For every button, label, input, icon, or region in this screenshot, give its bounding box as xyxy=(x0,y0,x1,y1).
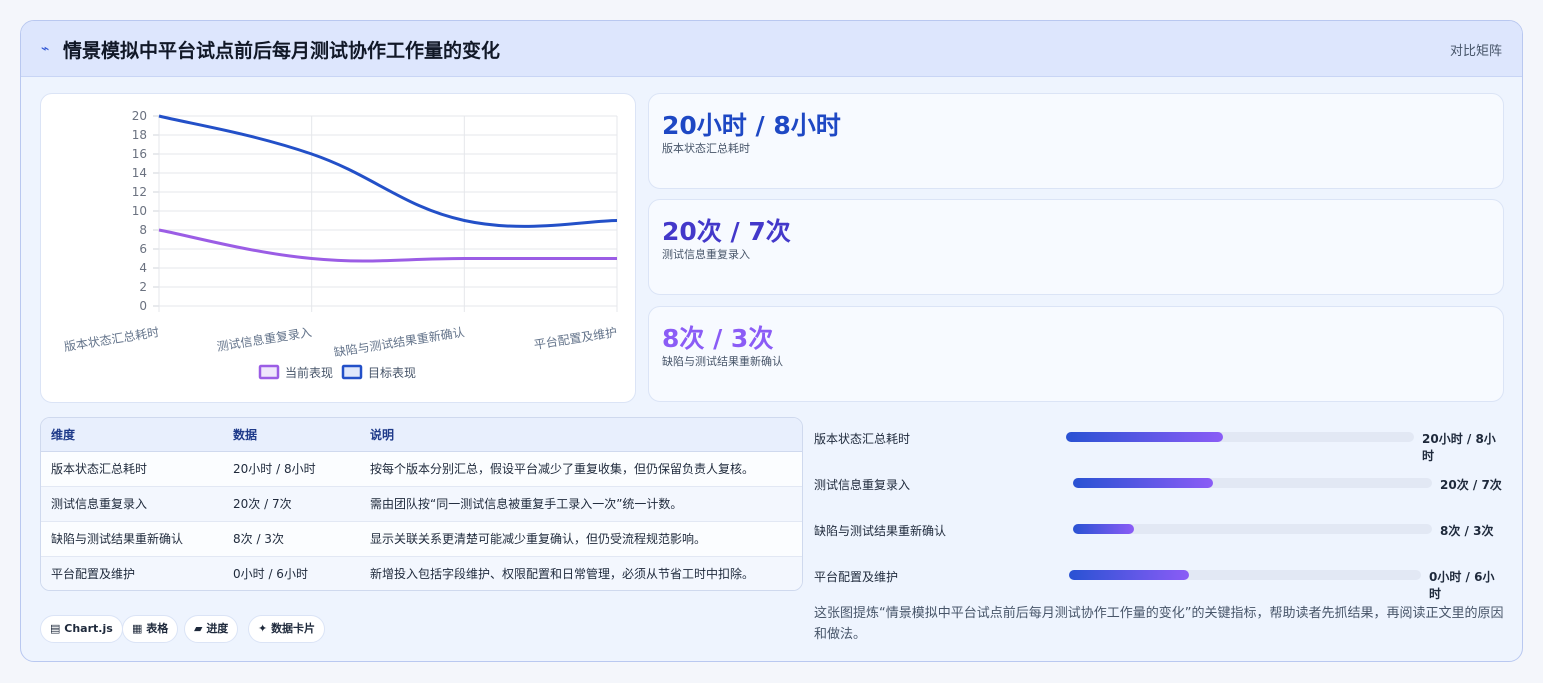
pill-label: Chart.js xyxy=(64,622,113,635)
table-cell: 20次 / 7次 xyxy=(223,486,360,522)
table-header-row: 维度 数据 说明 xyxy=(41,418,802,452)
stat-value: 8次 / 3次 xyxy=(662,324,774,353)
table-cell: 新增投入包括字段维护、权限配置和日常管理，必须从节省工时中扣除。 xyxy=(360,556,802,590)
progress-row: 缺陷与测试结果重新确认 8次 / 3次 xyxy=(814,519,1504,539)
pill-data-cards[interactable]: ✦ 数据卡片 xyxy=(248,615,326,643)
table-cell: 按每个版本分别汇总，假设平台减少了重复收集，但仍保留负责人复核。 xyxy=(360,451,802,487)
table-cell: 显示关联关系更清楚可能减少重复确认，但仍受流程规范影响。 xyxy=(360,521,802,557)
progress-label: 平台配置及维护 xyxy=(814,570,899,584)
line-chart: 0 2 4 6 8 10 12 14 16 18 20 版本状态汇总耗时 测试信息重复录入 缺陷与测试结果… xyxy=(63,109,618,380)
stat-label: 缺陷与测试结果重新确认 xyxy=(662,355,783,368)
progress-fill xyxy=(1066,432,1223,442)
legend-label: 当前表现 xyxy=(285,365,333,380)
progress-track xyxy=(1073,524,1432,534)
progress-row: 版本状态汇总耗时 20小时 / 8小时 xyxy=(814,427,1504,463)
pill-table[interactable]: ▦ 表格 xyxy=(122,615,179,643)
table-row: 版本状态汇总耗时 20小时 / 8小时 按每个版本分别汇总，假设平台减少了重复收… xyxy=(41,451,802,487)
line-chart-panel: 0 2 4 6 8 10 12 14 16 18 20 版本状态汇总耗时 测试信息重复录入 缺陷与测试结果… xyxy=(40,93,636,403)
progress-list: 版本状态汇总耗时 20小时 / 8小时 测试信息重复录入 20次 / 7次 缺陷… xyxy=(814,417,1504,607)
progress-fill xyxy=(1073,478,1213,488)
stat-card-3: 8次 / 3次 缺陷与测试结果重新确认 xyxy=(648,306,1504,402)
legend-swatch xyxy=(341,364,363,380)
col-header: 说明 xyxy=(360,418,802,452)
pill-label: 进度 xyxy=(206,622,229,635)
pill-label: 表格 xyxy=(146,622,169,635)
stat-label: 测试信息重复录入 xyxy=(662,248,750,261)
data-table: 维度 数据 说明 版本状态汇总耗时 20小时 / 8小时 按每个版本分别汇总，假… xyxy=(40,417,803,591)
y-tick-label: 2 xyxy=(139,280,147,294)
table-row: 缺陷与测试结果重新确认 8次 / 3次 显示关联关系更清楚可能减少重复确认，但仍… xyxy=(41,521,802,557)
table-cell: 版本状态汇总耗时 xyxy=(41,451,223,487)
table-cell: 缺陷与测试结果重新确认 xyxy=(41,521,223,557)
x-tick-label: 版本状态汇总耗时 xyxy=(63,325,160,354)
table-cell: 0小时 / 6小时 xyxy=(223,556,360,590)
pill-progress[interactable]: ▰ 进度 xyxy=(184,615,239,643)
table-row: 平台配置及维护 0小时 / 6小时 新增投入包括字段维护、权限配置和日常管理，必… xyxy=(41,556,802,590)
stat-label: 版本状态汇总耗时 xyxy=(662,142,750,155)
summary-note: 这张图提炼“情景模拟中平台试点前后每月测试协作工作量的变化”的关键指标，帮助读者… xyxy=(814,606,1504,642)
table-icon: ▦ xyxy=(132,622,143,635)
page-title: 情景模拟中平台试点前后每月测试协作工作量的变化 xyxy=(63,40,501,62)
progress-track xyxy=(1073,478,1432,488)
legend-swatch xyxy=(258,364,280,380)
y-tick-label: 14 xyxy=(132,166,147,180)
y-tick-label: 6 xyxy=(139,242,147,256)
progress-value: 0小时 / 6小时 xyxy=(1429,570,1495,601)
progress-track xyxy=(1066,432,1414,442)
progress-fill xyxy=(1073,524,1135,534)
sparkle-icon: ✦ xyxy=(258,622,268,635)
progress-label: 缺陷与测试结果重新确认 xyxy=(814,524,947,538)
progress-track xyxy=(1069,570,1421,580)
x-tick-label: 平台配置及维护 xyxy=(533,324,618,352)
chart-line-icon: ⌁ xyxy=(41,41,50,57)
y-tick-label: 10 xyxy=(132,204,147,218)
stat-value: 20次 / 7次 xyxy=(662,217,791,246)
y-tick-label: 12 xyxy=(132,185,147,199)
progress-fill xyxy=(1069,570,1189,580)
x-tick-label: 缺陷与测试结果重新确认 xyxy=(333,324,466,359)
progress-value: 20小时 / 8小时 xyxy=(1422,432,1496,463)
y-tick-label: 16 xyxy=(132,147,147,161)
table-row: 测试信息重复录入 20次 / 7次 需由团队按“同一测试信息被重复手工录入一次”… xyxy=(41,486,802,522)
table-cell: 平台配置及维护 xyxy=(41,556,223,590)
stat-value: 20小时 / 8小时 xyxy=(662,111,841,140)
stat-card-1: 20小时 / 8小时 版本状态汇总耗时 xyxy=(648,93,1504,189)
col-header: 数据 xyxy=(223,418,360,452)
pill-chartjs[interactable]: ▤ Chart.js xyxy=(40,615,123,643)
progress-row: 测试信息重复录入 20次 / 7次 xyxy=(814,473,1504,493)
y-tick-label: 18 xyxy=(132,128,147,142)
progress-value: 8次 / 3次 xyxy=(1440,524,1494,538)
legend-label: 目标表现 xyxy=(368,366,416,380)
y-tick-label: 20 xyxy=(132,109,147,123)
card-header: ⌁ 情景模拟中平台试点前后每月测试协作工作量的变化 对比矩阵 xyxy=(21,21,1522,77)
table-cell: 测试信息重复录入 xyxy=(41,486,223,522)
progress-icon: ▰ xyxy=(194,622,203,635)
pill-label: 数据卡片 xyxy=(271,622,316,635)
table-cell: 8次 / 3次 xyxy=(223,521,360,557)
table-cell: 20小时 / 8小时 xyxy=(223,451,360,487)
y-tick-label: 4 xyxy=(139,261,147,275)
col-header: 维度 xyxy=(41,418,223,452)
y-tick-label: 0 xyxy=(139,299,147,313)
progress-value: 20次 / 7次 xyxy=(1440,478,1502,492)
series-line xyxy=(158,114,618,228)
y-tick-label: 8 xyxy=(139,223,147,237)
series-line xyxy=(158,228,617,263)
x-tick-label: 测试信息重复录入 xyxy=(216,324,313,354)
matrix-tag: 对比矩阵 xyxy=(1449,44,1502,59)
progress-label: 版本状态汇总耗时 xyxy=(814,432,911,446)
chart-icon: ▤ xyxy=(50,622,61,635)
table-cell: 需由团队按“同一测试信息被重复手工录入一次”统一计数。 xyxy=(360,486,802,522)
dashboard-card: ⌁ 情景模拟中平台试点前后每月测试协作工作量的变化 对比矩阵 0 2 4 6 8 10 12… xyxy=(20,20,1523,662)
progress-label: 测试信息重复录入 xyxy=(814,478,911,492)
progress-row: 平台配置及维护 0小时 / 6小时 xyxy=(814,565,1504,601)
stat-card-2: 20次 / 7次 测试信息重复录入 xyxy=(648,199,1504,295)
